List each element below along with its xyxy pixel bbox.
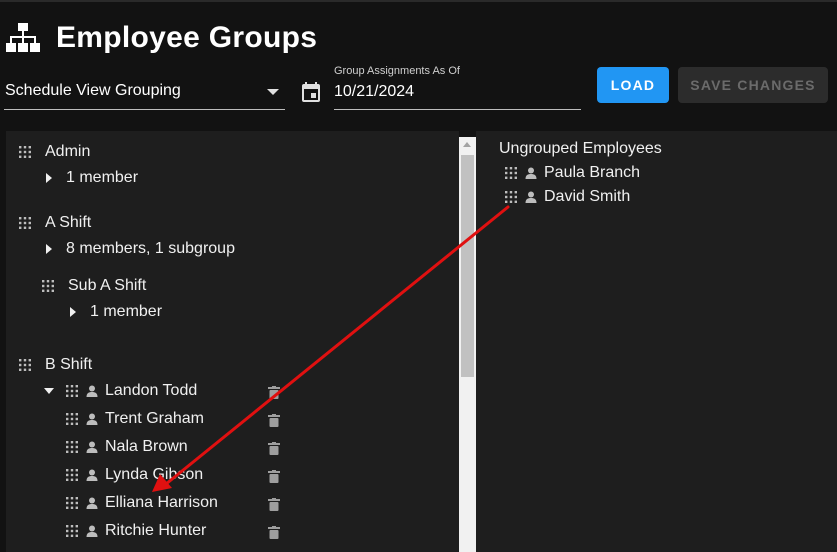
scrollbar-thumb[interactable] [461,155,474,377]
drag-handle-icon[interactable] [66,469,78,481]
group-summary-admin[interactable]: 1 member [46,167,138,189]
group-name: Sub A Shift [68,277,147,294]
grouping-select-value: Schedule View Grouping [5,82,181,99]
person-icon [86,441,98,453]
group-name: Admin [45,143,91,160]
member-row[interactable]: Elliana Harrison [66,492,218,514]
load-button[interactable]: LOAD [597,67,669,103]
group-summary-a-shift[interactable]: 8 members, 1 subgroup [46,238,235,260]
drag-handle-icon[interactable] [19,359,31,371]
chevron-down-icon[interactable] [267,89,279,95]
ungrouped-panel: Ungrouped Employees Paula Branch David S… [476,131,837,552]
member-name: Landon Todd [105,382,198,399]
group-name: A Shift [45,214,92,231]
group-row-a-shift[interactable]: A Shift [19,212,91,234]
person-icon [86,525,98,537]
group-row-b-shift[interactable]: B Shift [19,354,92,376]
group-summary-sub-a-shift[interactable]: 1 member [70,301,162,323]
group-name: B Shift [45,356,93,373]
group-assignments-date-field[interactable]: Group Assignments As Of [334,62,581,110]
employee-name: Paula Branch [544,164,641,181]
trash-icon[interactable] [268,414,280,427]
grouping-select[interactable]: Schedule View Grouping [4,72,285,110]
trash-icon[interactable] [268,442,280,455]
page-title: Employee Groups [56,21,318,54]
groups-scrollbar[interactable] [459,137,476,552]
group-summary: 1 member [66,169,139,186]
drag-handle-icon[interactable] [505,191,517,203]
member-row[interactable]: Landon Todd [44,380,197,402]
ungrouped-title-text: Ungrouped Employees [499,140,662,157]
expand-arrow-icon[interactable] [46,173,52,183]
member-name: Nala Brown [105,438,188,455]
trash-icon[interactable] [268,526,280,539]
drag-handle-icon[interactable] [19,217,31,229]
ungrouped-title: Ungrouped Employees [499,138,662,160]
person-icon [86,497,98,509]
trash-icon[interactable] [268,498,280,511]
expand-arrow-icon[interactable] [70,307,76,317]
scroll-up-arrow-icon[interactable] [463,142,471,147]
member-name: Trent Graham [105,410,204,427]
person-icon [86,385,98,397]
member-name: Elliana Harrison [105,494,218,511]
person-icon [86,469,98,481]
save-changes-button[interactable]: SAVE CHANGES [678,67,828,103]
drag-handle-icon[interactable] [66,525,78,537]
drag-handle-icon[interactable] [66,385,78,397]
drag-handle-icon[interactable] [505,167,517,179]
group-summary: 8 members, 1 subgroup [66,240,235,257]
member-row[interactable]: Lynda Gibson [66,464,203,486]
person-icon [525,167,537,179]
member-row[interactable]: Nala Brown [66,436,188,458]
trash-icon[interactable] [268,470,280,483]
ungrouped-employee-row[interactable]: Paula Branch [505,162,640,184]
calendar-icon[interactable] [302,82,320,102]
group-summary: 1 member [90,303,163,320]
expand-arrow-icon[interactable] [46,244,52,254]
person-icon [86,413,98,425]
group-row-admin[interactable]: Admin [19,141,90,163]
drag-handle-icon[interactable] [42,280,54,292]
member-name: Ritchie Hunter [105,522,207,539]
drag-handle-icon[interactable] [66,413,78,425]
group-row-sub-a-shift[interactable]: Sub A Shift [42,275,146,297]
person-icon [525,191,537,203]
sitemap-icon [6,23,40,52]
groups-panel: Admin 1 member A Shift 8 members, 1 subg… [6,131,459,552]
drag-handle-icon[interactable] [66,497,78,509]
drag-handle-icon[interactable] [19,146,31,158]
member-row[interactable]: Ritchie Hunter [66,520,206,542]
member-row[interactable]: Trent Graham [66,408,204,430]
member-name: Lynda Gibson [105,466,204,483]
date-input[interactable] [334,80,574,104]
ungrouped-employee-row[interactable]: David Smith [505,186,630,208]
collapse-arrow-icon[interactable] [44,388,54,394]
drag-handle-icon[interactable] [66,441,78,453]
top-border [0,0,837,2]
date-field-label: Group Assignments As Of [334,65,460,77]
employee-name: David Smith [544,188,631,205]
trash-icon[interactable] [268,386,280,399]
page-header: Employee Groups [6,16,317,60]
